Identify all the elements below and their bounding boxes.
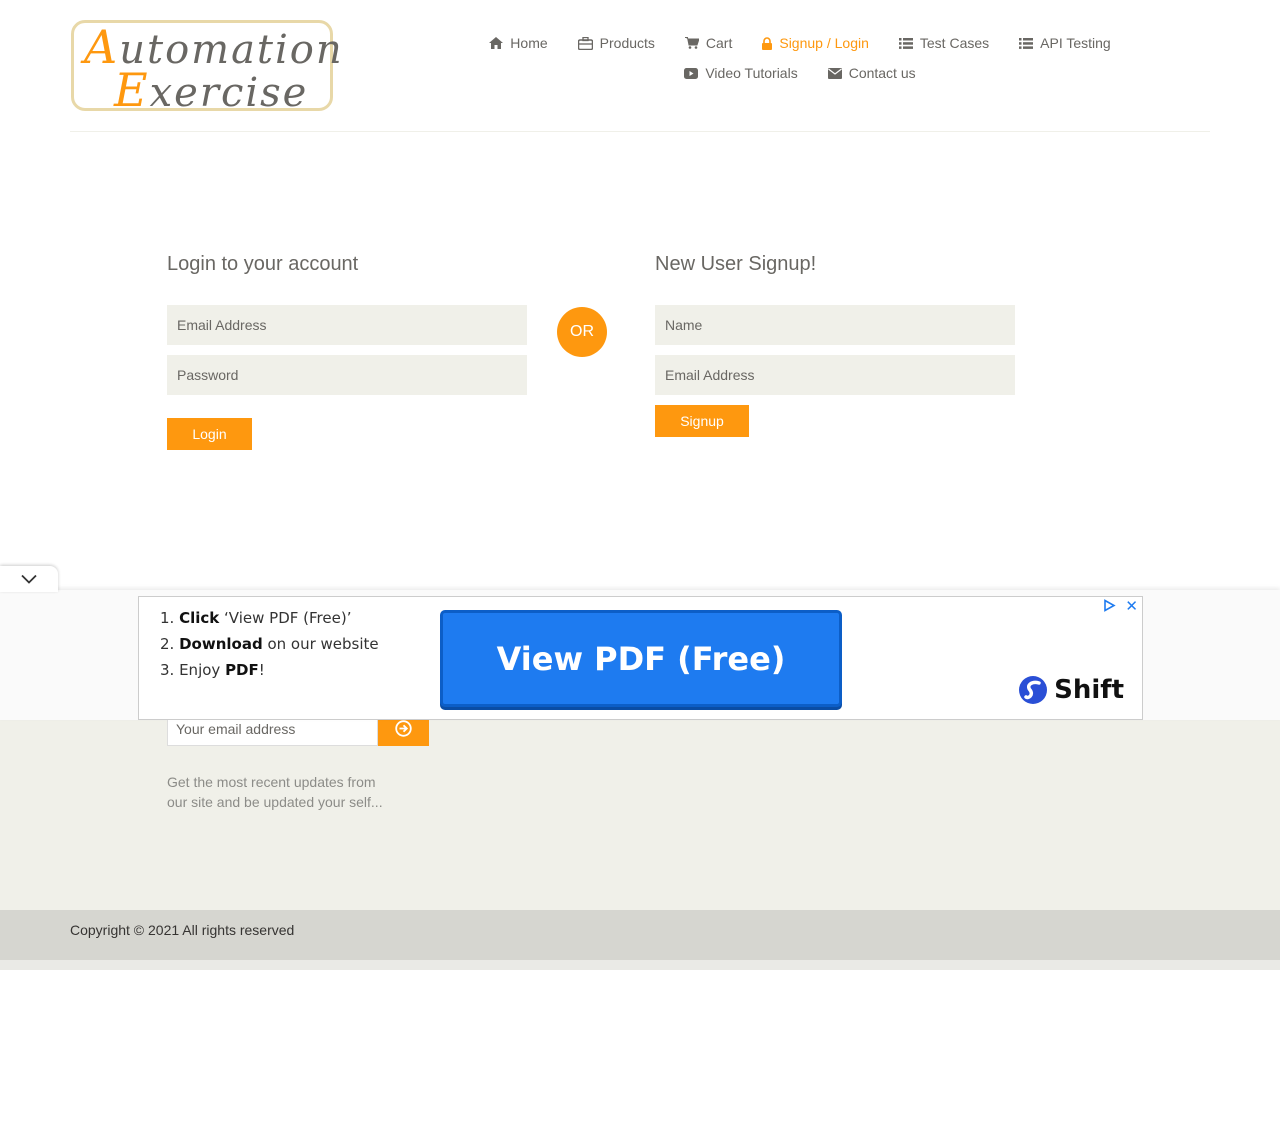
login-button[interactable]: Login bbox=[167, 418, 252, 450]
logo-text-1: utomation bbox=[119, 27, 344, 73]
nav-test-cases[interactable]: Test Cases bbox=[898, 35, 990, 51]
ad-step-2: 2. Download on our website bbox=[160, 631, 420, 657]
lock-icon bbox=[762, 36, 773, 50]
nav-test-cases-label: Test Cases bbox=[919, 35, 990, 51]
ad-collapse-toggle[interactable] bbox=[0, 566, 58, 592]
briefcase-icon bbox=[577, 36, 593, 50]
nav-signup-login[interactable]: Signup / Login bbox=[762, 35, 869, 51]
envelope-icon bbox=[827, 67, 842, 79]
nav-api-testing[interactable]: API Testing bbox=[1019, 35, 1111, 51]
ad-step-3-num: 3. bbox=[160, 661, 175, 679]
chevron-down-icon bbox=[21, 574, 37, 584]
nav-cart-label: Cart bbox=[705, 35, 733, 51]
login-email-input[interactable] bbox=[167, 305, 527, 345]
nav-products[interactable]: Products bbox=[577, 35, 655, 51]
nav-products-label: Products bbox=[599, 35, 655, 51]
signup-title: New User Signup! bbox=[655, 253, 817, 275]
signup-button[interactable]: Signup bbox=[655, 405, 749, 437]
list-icon bbox=[898, 37, 913, 49]
ad-choices-icon[interactable] bbox=[1103, 599, 1116, 612]
home-icon bbox=[489, 37, 504, 49]
site-logo[interactable]: Automation Exercise bbox=[71, 20, 342, 116]
nav-api-testing-label: API Testing bbox=[1040, 35, 1111, 51]
list-icon bbox=[1019, 37, 1034, 49]
login-title: Login to your account bbox=[167, 253, 359, 275]
ad-step-2-num: 2. bbox=[160, 635, 175, 653]
nav-signup-login-label: Signup / Login bbox=[779, 35, 869, 51]
ad-step-1-rest: ‘View PDF (Free)’ bbox=[219, 609, 352, 627]
shift-logo-icon bbox=[1019, 676, 1048, 704]
main-nav: Home Products Cart Signup / Login Test C… bbox=[470, 28, 1130, 88]
arrow-circle-right-icon bbox=[395, 720, 412, 737]
ad-brand-name: Shift bbox=[1054, 675, 1124, 705]
copyright-text: Copyright © 2021 All rights reserved bbox=[70, 922, 295, 938]
footer-widget bbox=[0, 720, 1280, 910]
subscription-text: Get the most recent updates from our sit… bbox=[167, 774, 383, 810]
signup-email-input[interactable] bbox=[655, 355, 1015, 395]
logo-text-2: xercise bbox=[149, 70, 309, 116]
ad-brand: Shift bbox=[1018, 675, 1124, 705]
nav-home-label: Home bbox=[510, 35, 548, 51]
ad-step-3-bold: PDF bbox=[225, 661, 259, 679]
ad-step-3-pre: Enjoy bbox=[174, 661, 226, 679]
page: Automation Exercise Home Products Cart S… bbox=[0, 0, 1280, 1134]
ad-banner[interactable]: 1. Click ‘View PDF (Free)’ 2. Download o… bbox=[138, 596, 1143, 720]
nav-video-tutorials-label: Video Tutorials bbox=[705, 65, 798, 81]
ad-steps: 1. Click ‘View PDF (Free)’ 2. Download o… bbox=[160, 605, 420, 683]
ad-step-1-bold: Click bbox=[179, 609, 220, 627]
youtube-play-icon bbox=[684, 67, 699, 79]
header-divider bbox=[70, 131, 1210, 132]
nav-video-tutorials[interactable]: Video Tutorials bbox=[684, 65, 798, 81]
signup-name-input[interactable] bbox=[655, 305, 1015, 345]
nav-row-1: Home Products Cart Signup / Login Test C… bbox=[470, 28, 1130, 58]
ad-step-1-num: 1. bbox=[160, 609, 175, 627]
ad-view-pdf-button[interactable]: View PDF (Free) bbox=[440, 610, 842, 707]
ad-step-3-rest: ! bbox=[258, 661, 265, 679]
ad-step-2-bold: Download bbox=[179, 635, 263, 653]
nav-row-2: Video Tutorials Contact us bbox=[470, 58, 1130, 88]
nav-cart[interactable]: Cart bbox=[684, 35, 733, 51]
ad-step-1: 1. Click ‘View PDF (Free)’ bbox=[160, 605, 420, 631]
or-badge: OR bbox=[557, 307, 607, 357]
login-password-input[interactable] bbox=[167, 355, 527, 395]
ad-close-icon[interactable]: ✕ bbox=[1125, 597, 1138, 615]
nav-contact-us[interactable]: Contact us bbox=[827, 65, 916, 81]
cart-icon bbox=[684, 37, 699, 49]
ad-step-3: 3. Enjoy PDF! bbox=[160, 657, 420, 683]
footer-strip bbox=[0, 960, 1280, 970]
nav-home[interactable]: Home bbox=[489, 35, 548, 51]
nav-contact-us-label: Contact us bbox=[848, 65, 916, 81]
logo-line-2: Exercise bbox=[84, 67, 320, 116]
logo-cap-e: E bbox=[114, 63, 150, 117]
ad-step-2-rest: on our website bbox=[262, 635, 379, 653]
